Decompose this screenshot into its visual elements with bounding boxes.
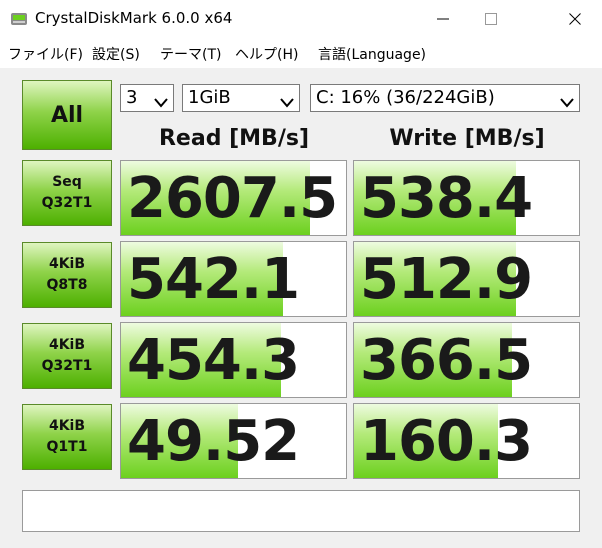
test-size-select[interactable]: 1GiB [182, 84, 300, 112]
write-value: 160.3 [360, 409, 533, 474]
test-count-value: 3 [126, 87, 138, 108]
read-result: 454.3 [120, 322, 347, 398]
test-label-line2: Q8T8 [46, 277, 88, 293]
menu-bar: ファイル(F) 設定(S) テーマ(T) ヘルプ(H) 言語(Language) [0, 38, 602, 68]
app-icon [10, 10, 28, 28]
test-button-4kib-q8t8[interactable]: 4KiB Q8T8 [22, 242, 112, 308]
menu-language[interactable]: 言語(Language) [318, 44, 426, 64]
chevron-down-icon [560, 92, 574, 113]
drive-select[interactable]: C: 16% (36/224GiB) [310, 84, 580, 112]
menu-settings[interactable]: 設定(S) [92, 44, 140, 64]
read-value: 454.3 [127, 328, 300, 393]
drive-value: C: 16% (36/224GiB) [316, 87, 495, 108]
write-result: 366.5 [353, 322, 580, 398]
write-value: 512.9 [360, 247, 533, 312]
read-value: 542.1 [127, 247, 300, 312]
write-value: 538.4 [360, 166, 533, 231]
read-value: 2607.5 [127, 166, 338, 231]
test-label-line2: Q1T1 [46, 439, 88, 455]
read-value: 49.52 [127, 409, 300, 474]
test-button-4kib-q1t1[interactable]: 4KiB Q1T1 [22, 404, 112, 470]
chevron-down-icon [154, 92, 168, 113]
window-title: CrystalDiskMark 6.0.0 x64 [35, 9, 233, 27]
test-button-4kib-q32t1[interactable]: 4KiB Q32T1 [22, 323, 112, 389]
comment-field[interactable] [22, 490, 580, 532]
test-label-line2: Q32T1 [41, 195, 93, 211]
main-panel: All 3 1GiB C: 16% (36/224GiB) Read [MB/s… [0, 68, 602, 548]
write-result: 160.3 [353, 403, 580, 479]
read-result: 49.52 [120, 403, 347, 479]
menu-theme[interactable]: テーマ(T) [160, 44, 221, 64]
menu-file[interactable]: ファイル(F) [8, 44, 83, 64]
test-size-value: 1GiB [188, 87, 231, 108]
minimize-button[interactable] [420, 0, 466, 38]
test-label-line1: Seq [52, 174, 82, 190]
title-bar: CrystalDiskMark 6.0.0 x64 [0, 0, 602, 38]
menu-help[interactable]: ヘルプ(H) [235, 44, 298, 64]
write-result: 538.4 [353, 160, 580, 236]
test-count-select[interactable]: 3 [120, 84, 174, 112]
all-button[interactable]: All [22, 80, 112, 150]
test-button-seq-q32t1[interactable]: Seq Q32T1 [22, 160, 112, 226]
write-column-header: Write [MB/s] [389, 126, 545, 151]
write-value: 366.5 [360, 328, 533, 393]
read-column-header: Read [MB/s] [158, 126, 309, 151]
read-result: 2607.5 [120, 160, 347, 236]
write-result: 512.9 [353, 241, 580, 317]
test-label-line1: 4KiB [48, 337, 86, 353]
close-button[interactable] [548, 0, 602, 38]
maximize-button[interactable] [468, 0, 514, 38]
read-result: 542.1 [120, 241, 347, 317]
test-label-line1: 4KiB [48, 418, 86, 434]
chevron-down-icon [280, 92, 294, 113]
test-label-line1: 4KiB [48, 256, 86, 272]
test-label-line2: Q32T1 [41, 358, 93, 374]
